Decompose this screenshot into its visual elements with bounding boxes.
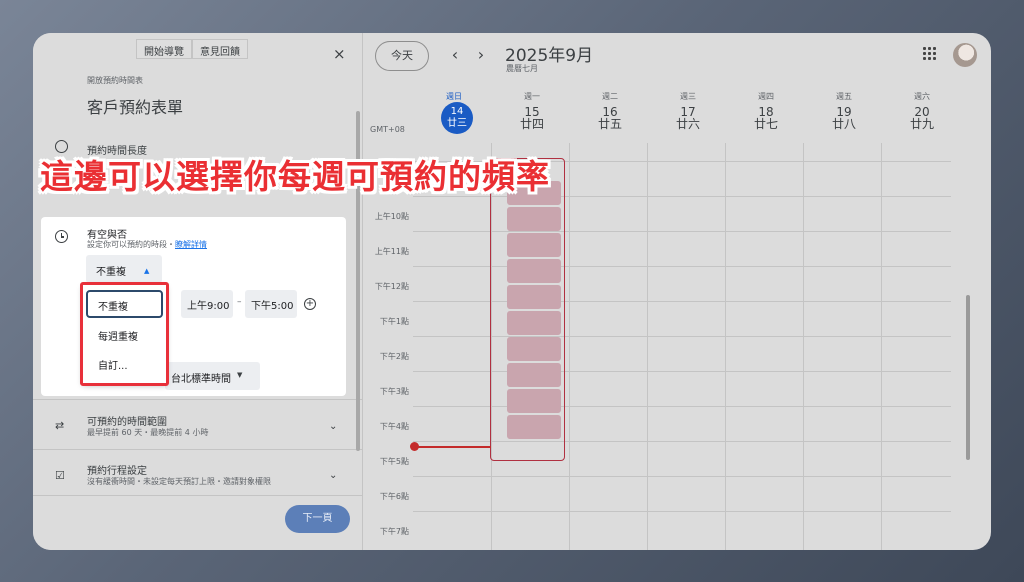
calendar-check-icon: ☑ [55,469,65,482]
today-date-circle[interactable]: 14 廿三 [441,102,473,134]
hour-label: 下午12點 [374,282,409,291]
grid-column-line [803,143,804,550]
annotation-highlight-box [80,282,169,386]
current-time-line [415,446,491,448]
availability-subtitle: 設定你可以預約的時段・瞭解詳情 [87,240,207,249]
divider [33,449,363,450]
grid-column-line [725,143,726,550]
day-header-sun[interactable]: 週日 [415,91,493,102]
start-tour-button[interactable]: 開始導覽 [136,39,192,59]
booking-slot[interactable] [507,337,561,361]
panel-tabs: 開始導覽 意見回饋 [136,39,248,59]
calendar-scrollbar[interactable] [966,295,970,460]
hour-label: 下午5點 [379,457,409,466]
current-time-dot [410,442,419,451]
grid-column-line [569,143,570,550]
grid-line [413,476,951,477]
day-header-sat[interactable]: 週六 20 廿九 [883,91,961,131]
booking-slot[interactable] [507,415,561,439]
chevron-down-icon[interactable]: ⌄ [329,470,337,481]
day-header-fri[interactable]: 週五 19 廿八 [805,91,883,131]
repeat-select[interactable]: 不重複 ▲ [86,255,162,283]
page-title[interactable]: 客戶預約表單 [87,94,183,118]
close-icon[interactable]: × [333,45,346,63]
next-page-button[interactable]: 下一頁 [285,505,350,533]
booking-slot[interactable] [507,285,561,309]
prev-week-button[interactable]: ‹ [447,45,463,64]
today-button[interactable]: 今天 [375,41,429,71]
booking-slot[interactable] [507,389,561,413]
day-header-tue[interactable]: 週二 16 廿五 [571,91,649,131]
caret-down-icon: ▼ [237,371,243,379]
hour-label: 上午11點 [374,247,409,256]
booking-slot[interactable] [507,233,561,257]
booking-slot[interactable] [507,259,561,283]
day-header-mon[interactable]: 週一 15 廿四 [493,91,571,131]
hour-label: 上午10點 [374,212,409,221]
swap-arrows-icon: ⇄ [55,419,65,432]
booking-settings-title[interactable]: 預約行程設定 [87,462,147,477]
booking-window-title[interactable]: 可預約的時間範圍 [87,413,167,428]
day-header-wed[interactable]: 週三 17 廿六 [649,91,727,131]
chevron-down-icon[interactable]: ⌄ [329,421,337,432]
start-time-field[interactable]: 上午9:00 [181,290,233,318]
apps-grid-icon[interactable] [923,47,937,61]
annotation-text: 這邊可以選擇你每週可預約的頻率 [40,157,550,196]
clock-icon [55,230,68,243]
hour-label: 下午6點 [379,492,409,501]
learn-more-link[interactable]: 瞭解詳情 [175,240,207,249]
page-label: 開放預約時間表 [87,76,143,85]
time-range-dash: – [237,297,242,307]
lunar-month: 農曆七月 [506,64,538,73]
hour-label: 下午2點 [379,352,409,361]
booking-slot[interactable] [507,311,561,335]
hour-label: 下午4點 [379,422,409,431]
end-time-field[interactable]: 下午5:00 [245,290,297,318]
hour-label: 下午7點 [379,527,409,536]
booking-slot[interactable] [507,207,561,231]
booking-window-subtitle: 最早提前 60 天・最晚提前 4 小時 [87,428,209,437]
divider [33,495,363,496]
booking-settings-subtitle: 沒有緩衝時間・未設定每天預訂上限・邀請對象權限 [87,477,271,486]
timezone-label: GMT+08 [370,125,405,134]
grid-column-line [647,143,648,550]
divider [33,399,363,400]
caret-up-icon: ▲ [144,267,150,275]
feedback-button[interactable]: 意見回饋 [192,39,248,59]
day-header-thu[interactable]: 週四 18 廿七 [727,91,805,131]
grid-line [413,511,951,512]
hour-label: 下午1點 [379,317,409,326]
hour-label: 下午3點 [379,387,409,396]
next-week-button[interactable]: › [473,45,489,64]
grid-column-line [881,143,882,550]
avatar[interactable] [953,43,977,67]
timezone-select[interactable]: 台北標準時間 ▼ [165,362,260,390]
add-time-slot-icon[interactable]: + [304,298,316,310]
booking-slot[interactable] [507,363,561,387]
